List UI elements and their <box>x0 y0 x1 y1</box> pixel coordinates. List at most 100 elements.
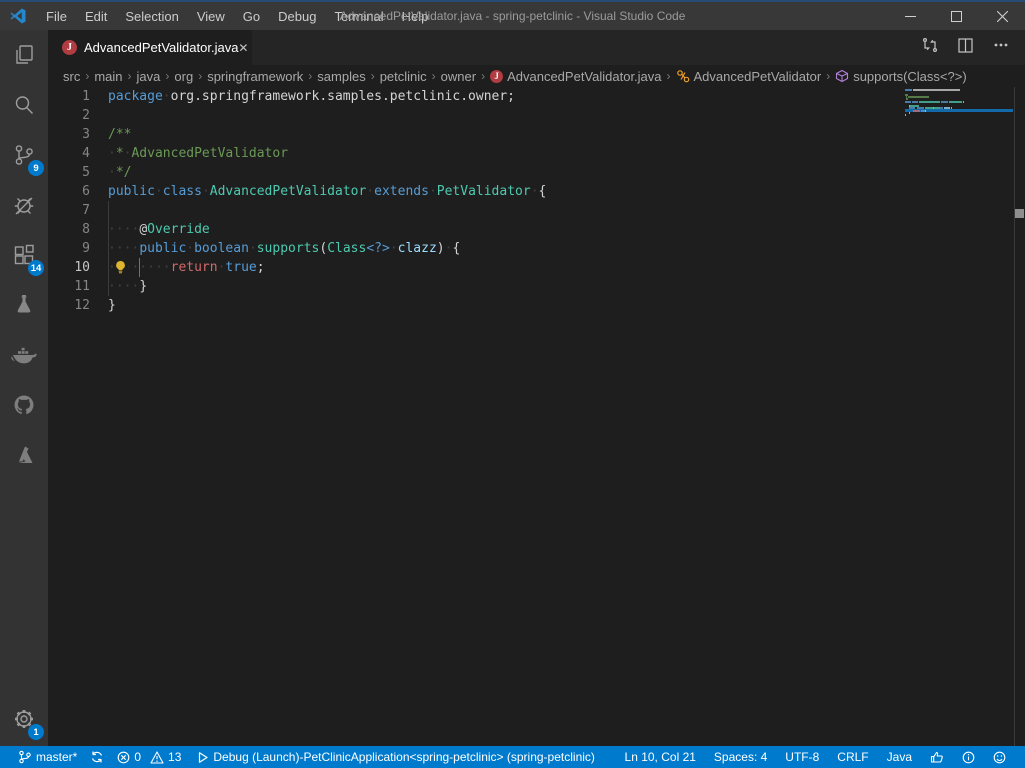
debug-icon <box>11 192 37 218</box>
error-count: 0 <box>134 750 141 764</box>
language-label: Java <box>887 750 912 764</box>
line-number: 6 <box>48 182 90 201</box>
explorer-icon <box>11 42 37 68</box>
activity-item-debug[interactable] <box>0 180 48 230</box>
activity-item-extensions[interactable]: 14 <box>0 230 48 280</box>
code-line-text: ·*/ <box>90 163 131 182</box>
code-line-10[interactable]: 10········return·true; <box>48 258 1025 277</box>
tab-advancedpetvalidator[interactable]: J AdvancedPetValidator.java ✕ <box>48 30 252 65</box>
status-java-mode[interactable] <box>921 746 953 768</box>
breadcrumb-item-springframework[interactable]: springframework <box>207 69 303 84</box>
line-number: 4 <box>48 144 90 163</box>
breadcrumb-label: org <box>174 69 193 84</box>
code-line-text: ····public·boolean·supports(Class<?>·cla… <box>90 239 460 258</box>
status-encoding[interactable]: UTF-8 <box>776 746 828 768</box>
code-line-12[interactable]: 12} <box>48 296 1025 315</box>
breadcrumb-item-samples[interactable]: samples <box>317 69 365 84</box>
activity-item-github[interactable] <box>0 380 48 430</box>
breadcrumb-item-main[interactable]: main <box>94 69 122 84</box>
menu-item-help[interactable]: Help <box>393 2 438 30</box>
status-debug-launch[interactable]: Debug (Launch)-PetClinicApplication<spri… <box>189 746 603 768</box>
menu-item-selection[interactable]: Selection <box>116 2 187 30</box>
open-changes-icon[interactable] <box>922 37 938 58</box>
status-feedback[interactable] <box>984 746 1015 768</box>
code-line-text: package·org.springframework.samples.petc… <box>90 87 515 106</box>
tab-bar: J AdvancedPetValidator.java ✕ <box>48 30 1025 65</box>
breadcrumb-item-src[interactable]: src <box>63 69 80 84</box>
docker-icon <box>10 342 38 368</box>
code-line-11[interactable]: 11····} <box>48 277 1025 296</box>
breadcrumb-label: AdvancedPetValidator <box>694 69 822 84</box>
minimap[interactable] <box>905 89 1013 289</box>
breadcrumb-separator: › <box>667 69 671 83</box>
code-line-7[interactable]: 7 <box>48 201 1025 220</box>
activity-item-azure[interactable] <box>0 430 48 480</box>
breadcrumb-separator: › <box>198 69 202 83</box>
code-editor[interactable]: 1package·org.springframework.samples.pet… <box>48 87 1025 746</box>
breadcrumb-item-petclinic[interactable]: petclinic <box>380 69 427 84</box>
code-line-5[interactable]: 5·*/ <box>48 163 1025 182</box>
code-line-1[interactable]: 1package·org.springframework.samples.pet… <box>48 87 1025 106</box>
code-line-text: ·*·AdvancedPetValidator <box>90 144 288 163</box>
code-line-2[interactable]: 2 <box>48 106 1025 125</box>
code-line-4[interactable]: 4·*·AdvancedPetValidator <box>48 144 1025 163</box>
tab-close-icon[interactable]: ✕ <box>238 41 248 55</box>
branch-label: master* <box>36 750 77 764</box>
activity-item-source-control[interactable]: 9 <box>0 130 48 180</box>
split-editor-icon[interactable] <box>958 38 973 58</box>
maximize-icon[interactable] <box>933 2 979 30</box>
activity-item-test[interactable] <box>0 280 48 330</box>
overview-ruler <box>1014 87 1015 746</box>
menu-item-file[interactable]: File <box>37 2 76 30</box>
breadcrumb-label: AdvancedPetValidator.java <box>507 69 661 84</box>
code-line-text <box>90 106 108 125</box>
indent-guide <box>108 220 109 239</box>
breadcrumb-label: samples <box>317 69 365 84</box>
breadcrumb-item-advancedpetvalidator[interactable]: AdvancedPetValidator <box>676 69 822 84</box>
code-line-8[interactable]: 8····@Override <box>48 220 1025 239</box>
breadcrumb-item-java[interactable]: java <box>137 69 161 84</box>
status-language[interactable]: Java <box>878 746 921 768</box>
breadcrumb-label: java <box>137 69 161 84</box>
tab-label: AdvancedPetValidator.java <box>84 40 238 55</box>
minimize-icon[interactable] <box>887 2 933 30</box>
lightbulb-icon[interactable] <box>114 260 128 275</box>
menu-item-terminal[interactable]: Terminal <box>325 2 392 30</box>
activity-bar: 9 14 1 <box>0 30 48 746</box>
code-line-6[interactable]: 6public·class·AdvancedPetValidator·exten… <box>48 182 1025 201</box>
status-git-branch[interactable]: master* <box>10 746 85 768</box>
menu-item-view[interactable]: View <box>188 2 234 30</box>
error-icon <box>117 751 130 764</box>
status-cursor-position[interactable]: Ln 10, Col 21 <box>616 746 705 768</box>
status-info[interactable] <box>953 746 984 768</box>
breadcrumb-item-owner[interactable]: owner <box>441 69 476 84</box>
breadcrumb-separator: › <box>432 69 436 83</box>
method-symbol-icon <box>835 69 849 83</box>
breadcrumb-item-supports-class-[interactable]: supports(Class<?>) <box>835 69 966 84</box>
menu-item-edit[interactable]: Edit <box>76 2 116 30</box>
activity-item-docker[interactable] <box>0 330 48 380</box>
status-sync[interactable] <box>85 746 109 768</box>
menu-item-go[interactable]: Go <box>234 2 269 30</box>
indentation-label: Spaces: 4 <box>714 750 767 764</box>
breadcrumb-separator: › <box>128 69 132 83</box>
line-number: 2 <box>48 106 90 125</box>
breadcrumb-item-org[interactable]: org <box>174 69 193 84</box>
close-icon[interactable] <box>979 2 1025 30</box>
code-line-3[interactable]: 3/** <box>48 125 1025 144</box>
more-actions-icon[interactable] <box>993 37 1009 58</box>
code-line-text: /** <box>90 125 131 144</box>
activity-item-explorer[interactable] <box>0 30 48 80</box>
extensions-badge: 14 <box>28 260 44 276</box>
manage-settings-button[interactable]: 1 <box>0 694 48 744</box>
activity-item-search[interactable] <box>0 80 48 130</box>
active-indent-guide <box>139 258 140 277</box>
code-line-9[interactable]: 9····public·boolean·supports(Class<?>·cl… <box>48 239 1025 258</box>
status-eol[interactable]: CRLF <box>828 746 877 768</box>
java-file-icon: J <box>490 70 503 83</box>
status-problems[interactable]: 0 13 <box>109 746 189 768</box>
status-indentation[interactable]: Spaces: 4 <box>705 746 776 768</box>
menu-item-debug[interactable]: Debug <box>269 2 325 30</box>
java-file-icon: J <box>62 40 77 55</box>
breadcrumb-item-advancedpetvalidator-java[interactable]: J AdvancedPetValidator.java <box>490 69 661 84</box>
